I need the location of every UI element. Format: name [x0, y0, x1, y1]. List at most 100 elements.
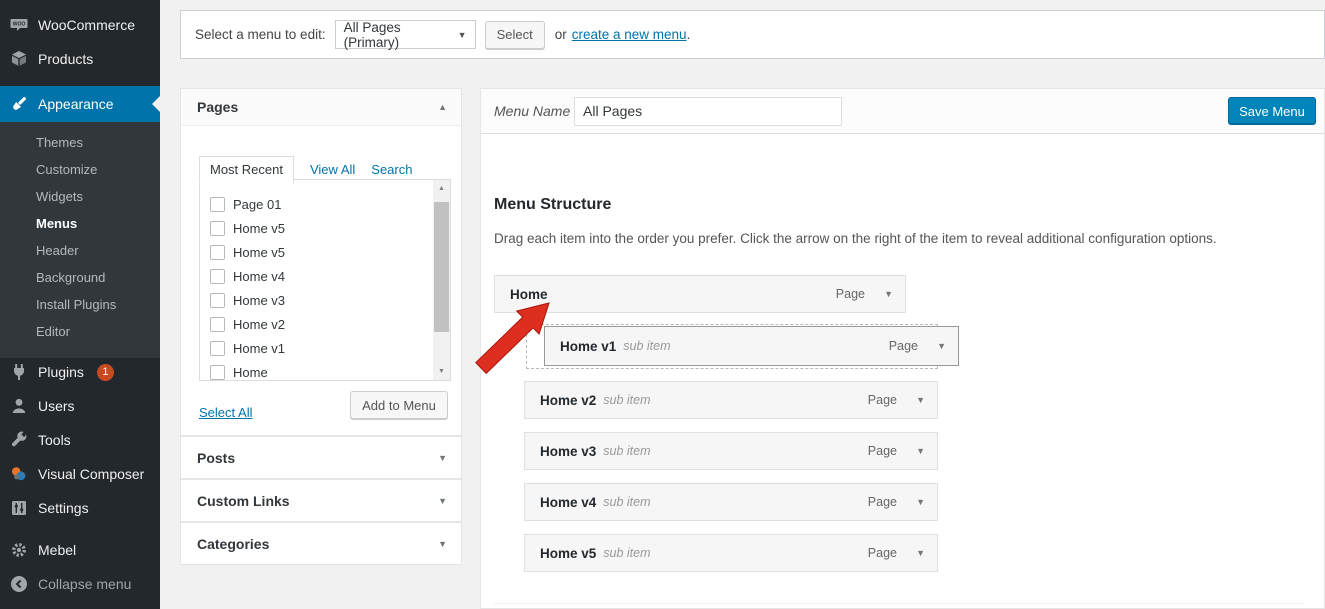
- pages-panel-title: Pages: [197, 99, 238, 115]
- pages-panel-header[interactable]: Pages ▲: [181, 89, 461, 126]
- list-item: Home v4: [210, 264, 450, 288]
- sidebar-item-mebel[interactable]: Mebel: [0, 533, 160, 567]
- woocommerce-icon: WOO: [9, 15, 29, 35]
- sidebar-item-background[interactable]: Background: [0, 265, 160, 292]
- list-item: Home v3: [210, 288, 450, 312]
- menu-select-value: All Pages (Primary): [344, 20, 452, 50]
- sidebar-item-label: WooCommerce: [38, 17, 135, 33]
- menu-item-home-v1-dragged[interactable]: Home v1 sub item Page ▼: [544, 326, 959, 366]
- item-expand-icon[interactable]: ▼: [937, 341, 946, 351]
- sidebar-item-products[interactable]: Products: [0, 42, 160, 76]
- list-item: Page 01: [210, 192, 450, 216]
- chevron-up-icon[interactable]: ▲: [438, 102, 447, 112]
- checkbox[interactable]: [210, 245, 225, 260]
- checkbox[interactable]: [210, 197, 225, 212]
- menu-select-dropdown[interactable]: All Pages (Primary) ▼: [335, 20, 476, 49]
- wordpress-menus-page: WOO WooCommerce Products Appearance Them…: [0, 0, 1325, 609]
- select-button[interactable]: Select: [485, 21, 545, 49]
- manage-menus-bar: Select a menu to edit: All Pages (Primar…: [180, 10, 1325, 59]
- menu-name-input[interactable]: [574, 97, 842, 126]
- sidebar-item-label: Users: [38, 398, 75, 414]
- item-type-label: Page: [889, 339, 918, 353]
- settings-icon: [9, 498, 29, 518]
- posts-panel-header[interactable]: Posts ▼: [180, 436, 462, 479]
- sidebar-item-plugins[interactable]: Plugins 1: [0, 355, 160, 389]
- plugins-icon: [9, 362, 29, 382]
- checkbox[interactable]: [210, 293, 225, 308]
- sidebar-item-tools[interactable]: Tools: [0, 423, 160, 457]
- divider: [494, 603, 1304, 604]
- scroll-up-icon[interactable]: ▲: [433, 180, 450, 197]
- sidebar-item-label: Appearance: [38, 96, 114, 112]
- admin-sidebar: WOO WooCommerce Products Appearance Them…: [0, 0, 160, 609]
- item-type-label: Page: [868, 495, 897, 509]
- checkbox[interactable]: [210, 365, 225, 380]
- sidebar-item-label: Collapse menu: [38, 576, 131, 592]
- chevron-down-icon: ▼: [438, 539, 447, 549]
- sidebar-item-header[interactable]: Header: [0, 238, 160, 265]
- item-type-label: Page: [868, 546, 897, 560]
- tab-most-recent[interactable]: Most Recent: [199, 156, 294, 184]
- period-text: .: [687, 27, 691, 42]
- item-expand-icon[interactable]: ▼: [916, 395, 925, 405]
- chevron-down-icon: ▼: [438, 496, 447, 506]
- custom-links-panel-header[interactable]: Custom Links ▼: [180, 479, 462, 522]
- menu-structure-title: Menu Structure: [494, 196, 611, 214]
- sidebar-item-users[interactable]: Users: [0, 389, 160, 423]
- checkbox[interactable]: [210, 221, 225, 236]
- sidebar-item-label: Plugins: [38, 364, 84, 380]
- item-expand-icon[interactable]: ▼: [884, 289, 893, 299]
- select-all-link[interactable]: Select All: [199, 405, 252, 420]
- item-type-label: Page: [868, 393, 897, 407]
- scrollbar-thumb[interactable]: [434, 202, 449, 332]
- sub-item-hint: sub item: [623, 339, 670, 353]
- add-to-menu-button[interactable]: Add to Menu: [350, 391, 448, 419]
- pages-checklist: Page 01 Home v5 Home v5 Home v4 Home v3 …: [199, 179, 451, 381]
- sidebar-item-label: Mebel: [38, 542, 76, 558]
- item-expand-icon[interactable]: ▼: [916, 497, 925, 507]
- menu-item-home-v3[interactable]: Home v3 sub item Page ▼: [524, 432, 938, 470]
- sidebar-item-appearance[interactable]: Appearance: [0, 86, 160, 122]
- sub-item-hint: sub item: [603, 546, 650, 560]
- list-item: Home: [210, 360, 450, 381]
- sidebar-item-label: Visual Composer: [38, 466, 144, 482]
- sidebar-item-woocommerce[interactable]: WOO WooCommerce: [0, 8, 160, 42]
- item-expand-icon[interactable]: ▼: [916, 548, 925, 558]
- sidebar-item-settings[interactable]: Settings: [0, 491, 160, 525]
- menu-edit-panel: Menu Name Save Menu Menu Structure Drag …: [480, 88, 1325, 609]
- checkbox[interactable]: [210, 317, 225, 332]
- checkbox[interactable]: [210, 341, 225, 356]
- sub-item-hint: sub item: [603, 495, 650, 509]
- menu-item-home-v2[interactable]: Home v2 sub item Page ▼: [524, 381, 938, 419]
- menu-item-home-v5[interactable]: Home v5 sub item Page ▼: [524, 534, 938, 572]
- menu-item-home-v4[interactable]: Home v4 sub item Page ▼: [524, 483, 938, 521]
- menu-name-label: Menu Name: [494, 103, 574, 119]
- scrollbar[interactable]: ▲ ▼: [433, 180, 450, 380]
- sidebar-item-label: Products: [38, 51, 93, 67]
- chevron-down-icon: ▼: [458, 30, 467, 40]
- sidebar-item-menus[interactable]: Menus: [0, 211, 160, 238]
- sidebar-item-collapse-menu[interactable]: Collapse menu: [0, 567, 160, 601]
- sidebar-item-themes[interactable]: Themes: [0, 130, 160, 157]
- sidebar-item-label: Tools: [38, 432, 71, 448]
- checkbox[interactable]: [210, 269, 225, 284]
- sidebar-item-install-plugins[interactable]: Install Plugins: [0, 292, 160, 319]
- sidebar-item-customize[interactable]: Customize: [0, 157, 160, 184]
- item-expand-icon[interactable]: ▼: [916, 446, 925, 456]
- sidebar-item-widgets[interactable]: Widgets: [0, 184, 160, 211]
- sub-item-hint: sub item: [603, 444, 650, 458]
- scroll-down-icon[interactable]: ▼: [433, 363, 450, 380]
- tools-icon: [9, 430, 29, 450]
- save-menu-button[interactable]: Save Menu: [1228, 97, 1316, 125]
- svg-text:WOO: WOO: [13, 21, 26, 27]
- list-item: Home v5: [210, 216, 450, 240]
- sidebar-item-visual-composer[interactable]: Visual Composer: [0, 457, 160, 491]
- plugins-update-badge: 1: [97, 364, 114, 381]
- appearance-icon: [9, 94, 29, 114]
- menu-name-header: Menu Name Save Menu: [481, 89, 1324, 134]
- select-menu-label: Select a menu to edit:: [195, 27, 326, 42]
- create-new-menu-link[interactable]: create a new menu: [572, 27, 687, 42]
- gear-icon: [9, 540, 29, 560]
- categories-panel-header[interactable]: Categories ▼: [180, 522, 462, 565]
- sidebar-item-editor[interactable]: Editor: [0, 319, 160, 346]
